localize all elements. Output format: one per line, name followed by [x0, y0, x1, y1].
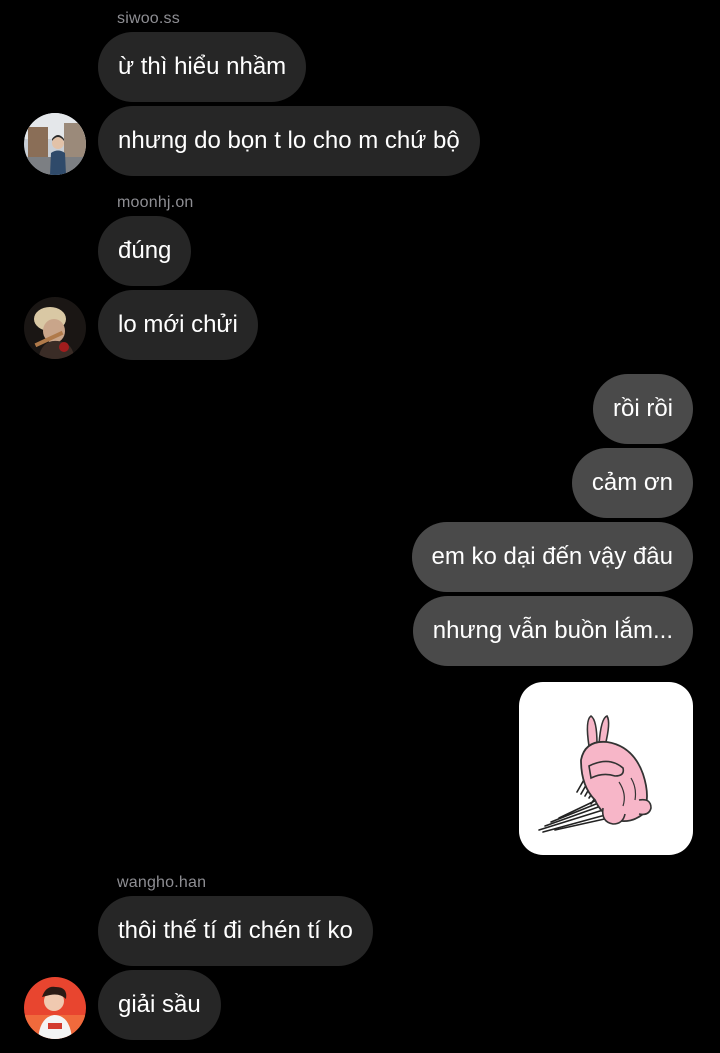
incoming-message-bubble[interactable]: đúng	[98, 216, 192, 286]
sender-name-wangho: wangho.han	[117, 874, 207, 891]
incoming-message-bubble[interactable]: ừ thì hiểu nhầm	[98, 32, 307, 102]
outgoing-message-bubble[interactable]: rồi rồi	[592, 374, 693, 444]
sender-name-moonhj: moonhj.on	[117, 194, 194, 211]
wangho-avatar[interactable]	[24, 977, 86, 1039]
siwoo-avatar[interactable]	[24, 113, 86, 175]
outgoing-message-bubble[interactable]: cảm ơn	[571, 448, 693, 518]
sad-pink-rabbit-sticker[interactable]	[519, 682, 693, 855]
outgoing-message-bubble[interactable]: em ko dại đến vậy đâu	[411, 522, 693, 592]
incoming-message-bubble[interactable]: nhưng do bọn t lo cho m chứ bộ	[98, 106, 480, 176]
outgoing-message-bubble[interactable]: nhưng vẫn buồn lắm...	[412, 596, 693, 666]
incoming-message-bubble[interactable]: giải sầu	[98, 970, 221, 1040]
sender-name-siwoo: siwoo.ss	[117, 10, 180, 27]
incoming-message-bubble[interactable]: lo mới chửi	[98, 290, 258, 360]
incoming-message-bubble[interactable]: thôi thế tí đi chén tí ko	[98, 896, 373, 966]
moonhj-avatar[interactable]	[24, 297, 86, 359]
